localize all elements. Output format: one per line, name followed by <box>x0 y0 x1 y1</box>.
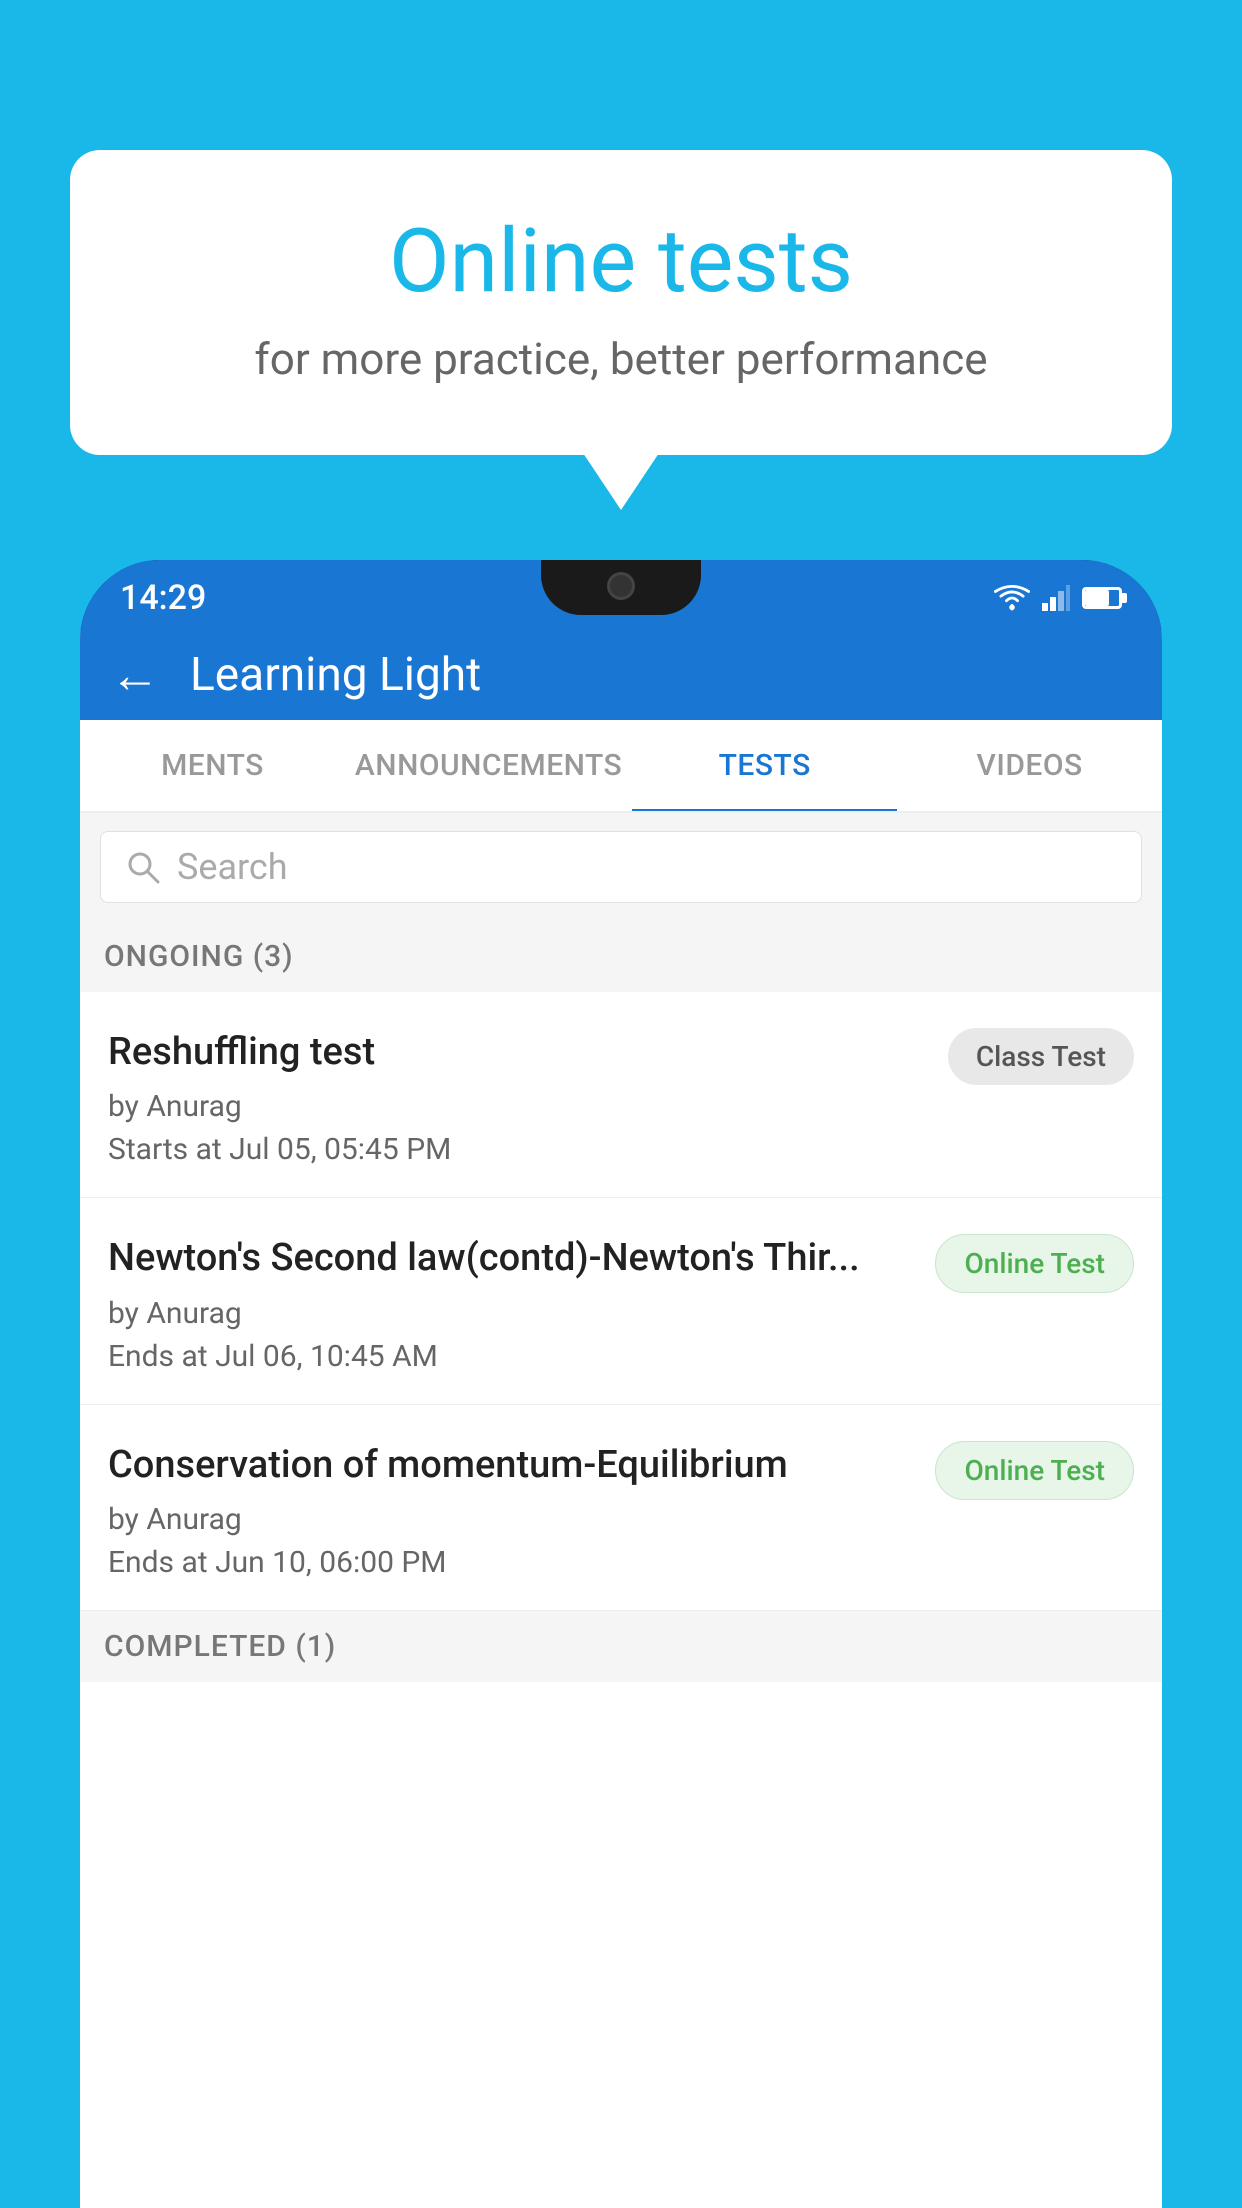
wifi-icon <box>994 585 1030 611</box>
phone-frame: 14:29 ← Learning Light <box>80 560 1162 2208</box>
tab-tests[interactable]: TESTS <box>632 720 897 811</box>
test-info-2: Newton's Second law(contd)-Newton's Thir… <box>108 1234 935 1373</box>
test-badge-3: Online Test <box>935 1441 1134 1500</box>
ongoing-section-header: ONGOING (3) <box>80 921 1162 992</box>
test-info-1: Reshuffling test by Anurag Starts at Jul… <box>108 1028 948 1167</box>
test-author-2: by Anurag <box>108 1296 915 1331</box>
tabs-container: MENTS ANNOUNCEMENTS TESTS VIDEOS <box>80 720 1162 813</box>
test-title-3: Conservation of momentum-Equilibrium <box>108 1441 915 1490</box>
tab-videos[interactable]: VIDEOS <box>897 720 1162 811</box>
status-icons <box>994 585 1122 611</box>
app-header: ← Learning Light <box>80 630 1162 720</box>
search-bar[interactable]: Search <box>100 831 1142 903</box>
speech-bubble-container: Online tests for more practice, better p… <box>70 150 1172 455</box>
test-badge-1: Class Test <box>948 1028 1134 1085</box>
tab-ments[interactable]: MENTS <box>80 720 345 811</box>
test-item-3[interactable]: Conservation of momentum-Equilibrium by … <box>80 1405 1162 1611</box>
back-button[interactable]: ← <box>110 646 160 705</box>
test-time-3: Ends at Jun 10, 06:00 PM <box>108 1545 915 1580</box>
test-badge-2: Online Test <box>935 1234 1134 1293</box>
completed-section-header: COMPLETED (1) <box>80 1611 1162 1682</box>
search-icon <box>125 849 161 885</box>
test-author-1: by Anurag <box>108 1089 928 1124</box>
tab-announcements[interactable]: ANNOUNCEMENTS <box>345 720 632 811</box>
signal-icon <box>1042 585 1070 611</box>
test-time-1: Starts at Jul 05, 05:45 PM <box>108 1132 928 1167</box>
app-header-title: Learning Light <box>190 648 481 702</box>
status-time: 14:29 <box>120 578 206 618</box>
test-title-2: Newton's Second law(contd)-Newton's Thir… <box>108 1234 915 1283</box>
test-item-2[interactable]: Newton's Second law(contd)-Newton's Thir… <box>80 1198 1162 1404</box>
bubble-title: Online tests <box>150 210 1092 313</box>
battery-icon <box>1082 587 1122 609</box>
app-content: ← Learning Light MENTS ANNOUNCEMENTS TES… <box>80 630 1162 2208</box>
test-title-1: Reshuffling test <box>108 1028 928 1077</box>
test-author-3: by Anurag <box>108 1502 915 1537</box>
search-placeholder: Search <box>177 846 288 888</box>
speech-bubble: Online tests for more practice, better p… <box>70 150 1172 455</box>
bubble-subtitle: for more practice, better performance <box>150 333 1092 385</box>
phone-notch <box>541 560 701 615</box>
phone-camera <box>607 572 635 600</box>
test-time-2: Ends at Jul 06, 10:45 AM <box>108 1339 915 1374</box>
tests-list: Reshuffling test by Anurag Starts at Jul… <box>80 992 1162 2208</box>
test-info-3: Conservation of momentum-Equilibrium by … <box>108 1441 935 1580</box>
test-item-1[interactable]: Reshuffling test by Anurag Starts at Jul… <box>80 992 1162 1198</box>
search-container: Search <box>80 813 1162 921</box>
